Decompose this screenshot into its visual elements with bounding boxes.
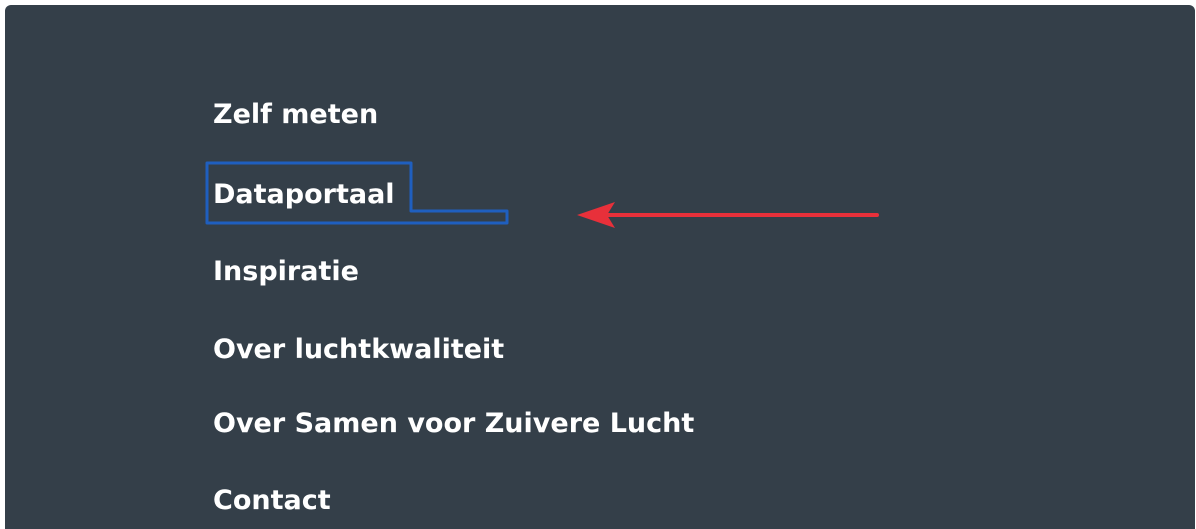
arrow-left-icon <box>577 202 879 228</box>
menu-item-zelf-meten[interactable]: Zelf meten <box>211 97 380 133</box>
navigation-panel: Zelf meten Dataportaal Inspiratie Over l… <box>5 5 1195 529</box>
menu-item-over-samen-voor-zuivere-lucht[interactable]: Over Samen voor Zuivere Lucht <box>211 406 696 442</box>
menu-item-inspiratie[interactable]: Inspiratie <box>211 254 361 290</box>
menu-item-contact[interactable]: Contact <box>211 483 333 519</box>
menu-item-dataportaal[interactable]: Dataportaal <box>211 177 397 213</box>
menu-item-over-luchtkwaliteit[interactable]: Over luchtkwaliteit <box>211 332 506 368</box>
